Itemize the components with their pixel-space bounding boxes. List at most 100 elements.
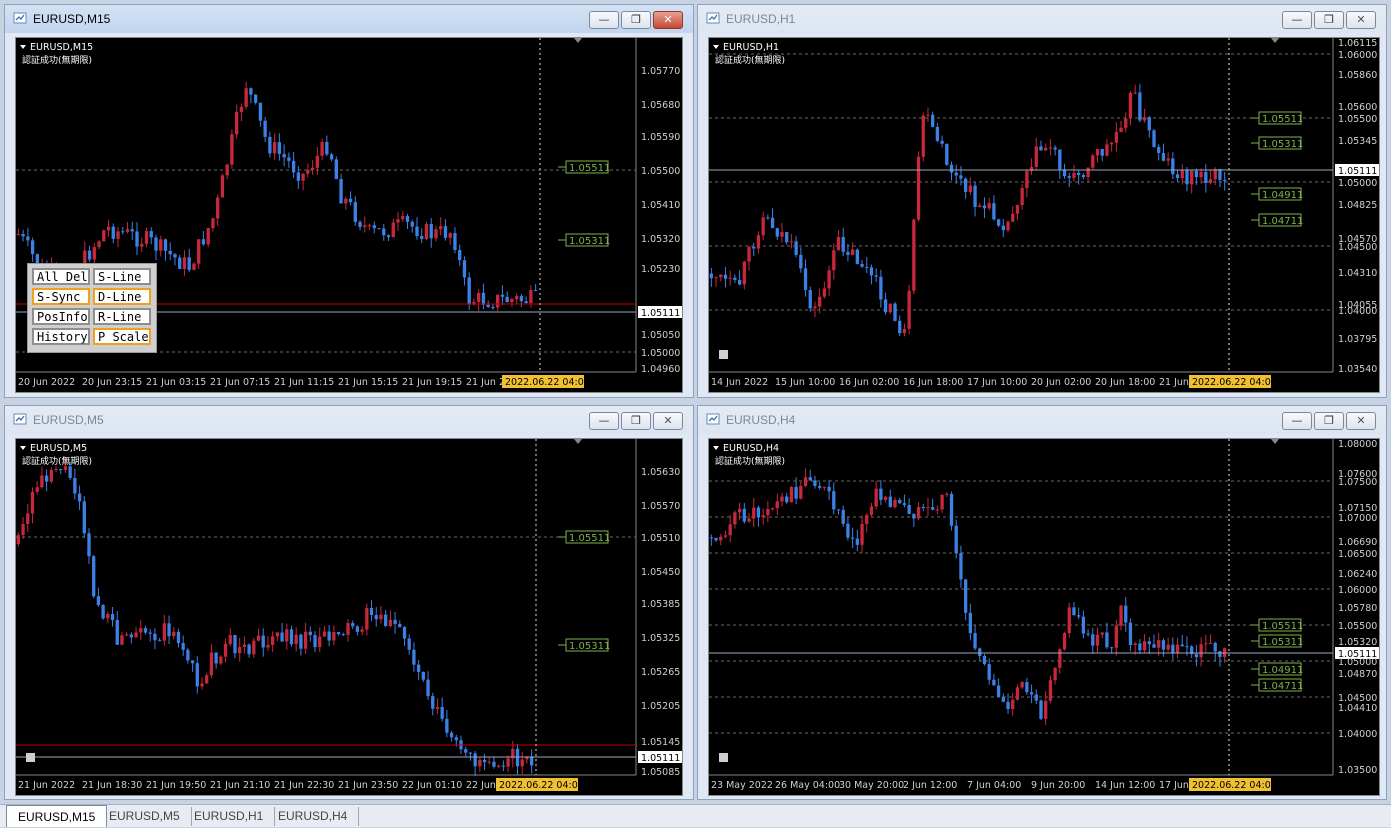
candle-body <box>1128 92 1133 119</box>
candle-body <box>1199 171 1203 178</box>
candlestick-chart[interactable]: 1.05511 1.05311 1.05630 1.05570 1.05510 1.054… <box>16 439 683 796</box>
posinfo-button[interactable]: PosInfo <box>32 308 90 325</box>
tab-eurusd-m15[interactable]: EURUSD,M15 <box>6 805 108 827</box>
price-chart[interactable]: 1.05511 1.05311 1.04911 1.04711 1.06115 1.060… <box>708 37 1380 393</box>
price-axis-label: 1.05320 <box>1338 637 1377 648</box>
candle-body <box>832 491 836 510</box>
time-axis-label: 21 Jun 18:30 <box>82 780 142 791</box>
candle-body <box>874 275 878 277</box>
price-axis-label: 1.05500 <box>641 166 680 177</box>
candle-body <box>841 236 845 252</box>
candle-body <box>1062 633 1067 650</box>
price-chart[interactable]: 1.05511 1.05311 1.04911 1.04711 1.08000 1.076… <box>708 438 1380 796</box>
s-sync-button[interactable]: S-Sync <box>32 288 90 305</box>
candle-body <box>468 752 473 754</box>
candle-body <box>233 635 237 654</box>
candle-body <box>289 629 294 645</box>
price-axis-label: 1.06000 <box>1338 50 1377 61</box>
candle-body <box>181 643 185 650</box>
r-line-button[interactable]: R-Line <box>93 308 151 325</box>
price-axis-label: 1.04960 <box>641 364 680 375</box>
candle-body <box>1039 146 1043 151</box>
candle-body <box>201 239 206 245</box>
candle-body <box>846 523 850 538</box>
window-titlebar[interactable]: EURUSD,H4 — ❐ ✕ <box>698 406 1386 434</box>
candle-body <box>247 644 251 655</box>
time-axis-label: 14 Jun 12:00 <box>1095 780 1155 791</box>
window-titlebar[interactable]: EURUSD,M5 — ❐ ✕ <box>5 406 693 434</box>
all-del-button[interactable]: All Del <box>32 268 90 285</box>
maximize-button[interactable]: ❐ <box>1314 11 1344 29</box>
candle-body <box>789 241 794 243</box>
candle-body <box>365 608 369 630</box>
candle-body <box>344 198 348 204</box>
price-axis-label: 1.03540 <box>1338 364 1377 375</box>
time-axis-label: 17 Jun 10:00 <box>967 377 1027 388</box>
p-scale-button[interactable]: P Scale <box>93 328 151 345</box>
candlestick-chart[interactable]: 1.055111.053111.049111.047111.080001.076… <box>709 439 1380 796</box>
tab-eurusd-h1[interactable]: EURUSD,H1 <box>183 807 276 826</box>
candle-body <box>211 218 215 229</box>
price-axis-label: 1.04000 <box>1338 729 1377 740</box>
candle-body <box>1077 615 1081 617</box>
candle-body <box>1180 169 1184 179</box>
candle-body <box>144 231 149 244</box>
window-titlebar[interactable]: EURUSD,H1 — ❐ ✕ <box>698 5 1386 33</box>
maximize-button[interactable]: ❐ <box>621 11 651 29</box>
candle-body <box>416 664 421 672</box>
price-axis-label: 1.05500 <box>1338 114 1377 125</box>
candle-body <box>187 257 191 270</box>
chart-window-m5[interactable]: EURUSD,M5 — ❐ ✕ 1.05511 1.05311 1.05630 1.0… <box>4 405 694 800</box>
minimize-button[interactable]: — <box>1282 412 1312 430</box>
candle-body <box>1222 179 1227 181</box>
chart-window-h1[interactable]: EURUSD,H1 — ❐ ✕ 1.05511 1.05311 1.04911 1.0… <box>697 4 1387 398</box>
close-button[interactable]: ✕ <box>1346 412 1376 430</box>
candle-body <box>940 494 944 510</box>
candle-body <box>1171 644 1175 654</box>
candle-body <box>1124 118 1128 128</box>
maximize-button[interactable]: ❐ <box>621 412 651 430</box>
candle-body <box>775 501 779 509</box>
candle-body <box>467 277 471 305</box>
chart-window-m15[interactable]: EURUSD,M15 — ❐ ✕ 1.05511 1.05311 1.05770 1.… <box>4 4 694 398</box>
candle-body <box>44 475 49 482</box>
candle-body <box>1081 616 1086 634</box>
candle-body <box>405 216 410 222</box>
candle-body <box>382 228 386 236</box>
s-line-button[interactable]: S-Line <box>93 268 151 285</box>
candle-body <box>1072 172 1076 178</box>
candle-body <box>412 649 416 665</box>
history-button[interactable]: History <box>32 328 90 345</box>
window-titlebar[interactable]: EURUSD,M15 — ❐ ✕ <box>5 5 693 33</box>
candle-body <box>16 234 21 236</box>
price-chart[interactable]: 1.05511 1.05311 1.05630 1.05570 1.05510 1.054… <box>15 438 683 796</box>
d-line-button[interactable]: D-Line <box>93 288 151 305</box>
minimize-button[interactable]: — <box>589 412 619 430</box>
candle-body <box>473 753 477 767</box>
tab-eurusd-m5[interactable]: EURUSD,M5 <box>98 807 192 826</box>
candle-body <box>439 226 443 230</box>
price-axis-label: 1.05410 <box>641 200 680 211</box>
close-button[interactable]: ✕ <box>653 412 683 430</box>
candle-body <box>1218 651 1222 657</box>
candle-body <box>921 115 925 157</box>
candle-body <box>1133 92 1137 94</box>
candlestick-chart[interactable]: 1.05511 1.05311 1.04911 1.04711 1.061151.060… <box>709 38 1380 393</box>
minimize-button[interactable]: — <box>1282 11 1312 29</box>
close-button[interactable]: ✕ <box>653 11 683 29</box>
candle-body <box>16 535 21 544</box>
tab-eurusd-h4[interactable]: EURUSD,H4 <box>267 807 360 826</box>
price-axis-label: 1.05590 <box>641 132 680 143</box>
scroll-marker-icon <box>1271 439 1279 444</box>
candle-body <box>116 231 120 239</box>
candle-body <box>1128 622 1133 645</box>
close-button[interactable]: ✕ <box>1346 11 1376 29</box>
candle-body <box>26 236 30 241</box>
price-axis-label: 1.05860 <box>1338 70 1377 81</box>
candle-body <box>1161 153 1166 161</box>
candle-body <box>420 236 424 240</box>
minimize-button[interactable]: — <box>589 11 619 29</box>
maximize-button[interactable]: ❐ <box>1314 412 1344 430</box>
chart-window-h4[interactable]: EURUSD,H4 — ❐ ✕ 1.05511 1.05311 1.04911 1.0… <box>697 405 1387 800</box>
candle-body <box>529 290 533 304</box>
